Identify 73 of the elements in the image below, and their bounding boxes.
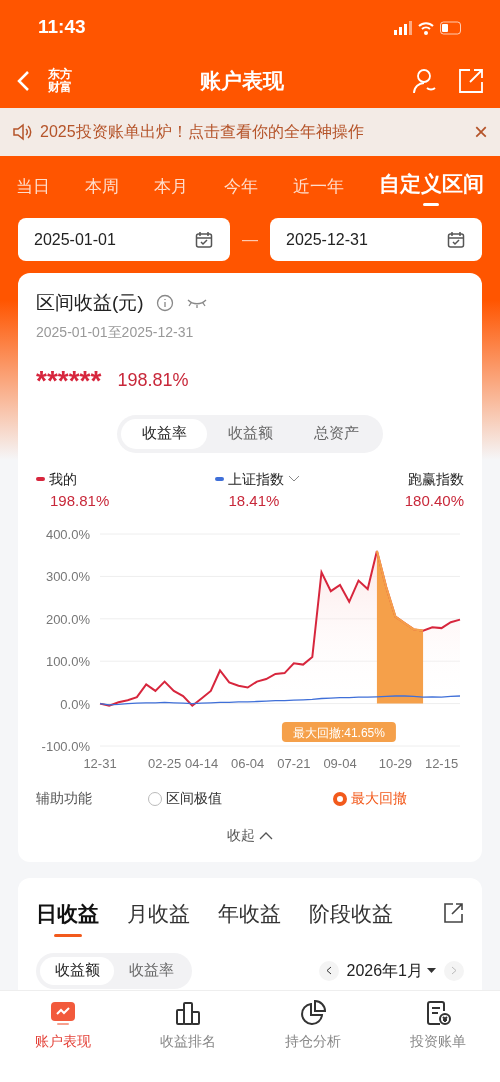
toggle-option[interactable]: 收益额 xyxy=(40,956,114,985)
legend-value: 198.81% xyxy=(50,490,110,511)
x-axis-label: 07-21 xyxy=(277,756,311,771)
legend-label: 上证指数 xyxy=(227,469,284,489)
radio-option[interactable]: 区间极值 xyxy=(148,788,333,809)
calendar-icon[interactable] xyxy=(194,229,214,250)
x-axis-label: 06-04 xyxy=(231,756,265,771)
caret-icon xyxy=(427,967,436,974)
nav-item[interactable]: 投资账单 xyxy=(375,991,500,1082)
y-axis-label: 100.0% xyxy=(45,654,90,670)
page-title: 账户表现 xyxy=(200,68,284,95)
x-axis-label: 12-15 xyxy=(424,756,459,771)
start-date-field[interactable]: 2025-01-01 xyxy=(18,218,230,261)
chevron-left-icon xyxy=(325,966,332,975)
battery-icon xyxy=(440,20,462,35)
y-axis-label: 0.0% xyxy=(60,696,90,712)
legend-value: 18.41% xyxy=(228,490,281,511)
x-axis-label: 02-25 xyxy=(148,756,182,771)
status-time: 11:43 xyxy=(38,15,86,40)
metric-tab[interactable]: 总资产 xyxy=(293,418,379,449)
x-axis-label: 12-31 xyxy=(83,756,117,771)
returns-tab[interactable]: 日收益 xyxy=(36,898,99,937)
announcement-banner[interactable]: 2025投资账单出炉！点击查看你的全年神操作 × xyxy=(0,108,500,156)
return-rate: 198.81% xyxy=(117,369,189,392)
nav-item[interactable]: 收益排名 xyxy=(125,991,250,1082)
chevron-up-icon xyxy=(259,831,273,840)
signal-icon xyxy=(394,20,412,35)
y-axis-label: -100.0% xyxy=(41,739,90,754)
speaker-icon xyxy=(12,123,32,141)
end-date-field[interactable]: 2025-12-31 xyxy=(270,218,482,261)
returns-tab[interactable]: 月收益 xyxy=(127,898,190,937)
export-icon[interactable] xyxy=(442,902,464,924)
close-button[interactable]: × xyxy=(474,120,488,144)
y-axis-label: 200.0% xyxy=(45,611,90,627)
calendar-icon[interactable] xyxy=(446,229,466,250)
returns-tab[interactable]: 阶段收益 xyxy=(309,898,393,937)
series-label: 最大回撤:41.65% xyxy=(292,726,386,740)
assist-label: 辅助功能 xyxy=(36,789,93,808)
wifi-icon xyxy=(418,20,434,35)
share-icon[interactable] xyxy=(458,68,484,94)
metric-tab[interactable]: 收益额 xyxy=(207,418,293,449)
y-axis-label: 300.0% xyxy=(45,569,90,585)
card-title: 区间收益(元) xyxy=(36,291,144,315)
returns-tab[interactable]: 年收益 xyxy=(218,898,281,937)
user-icon[interactable] xyxy=(412,68,438,94)
previous-month-button[interactable] xyxy=(318,960,339,981)
chevron-down-icon[interactable] xyxy=(287,475,300,483)
drawdown-label: 最大回撤:41.65% xyxy=(281,722,396,742)
x-axis-label: 09-04 xyxy=(323,756,357,771)
month-picker[interactable]: 2026年1月 xyxy=(346,958,436,983)
x-axis-label: 04-14 xyxy=(184,756,219,771)
chevron-right-icon xyxy=(451,966,457,975)
period-text: 2025-01-01至2025-12-31 xyxy=(35,322,195,342)
nav-item[interactable]: 账户表现 xyxy=(0,991,125,1082)
info-icon[interactable] xyxy=(155,294,174,313)
y-axis-label: 400.0% xyxy=(45,527,90,542)
period-tab[interactable]: 自定义区间 xyxy=(378,167,484,206)
banner-text: 2025投资账单出炉！点击查看你的全年神操作 xyxy=(40,122,365,142)
legend-label: 跑赢指数 xyxy=(408,469,464,489)
legend-value: 180.40% xyxy=(404,490,464,511)
pie-chart-icon xyxy=(298,999,327,1027)
nav-item[interactable]: 持仓分析 xyxy=(250,991,375,1082)
legend-label: 我的 xyxy=(49,469,77,489)
x-axis-label: 10-29 xyxy=(378,756,412,771)
masked-amount: ****** xyxy=(36,366,102,395)
radio-option[interactable]: 最大回撤 xyxy=(333,788,407,809)
toggle-option[interactable]: 收益率 xyxy=(114,956,188,985)
range-separator: — xyxy=(242,229,258,250)
collapse-button[interactable]: 收起 xyxy=(227,825,273,846)
app-logo: 东方 财富 xyxy=(48,68,72,94)
bar-chart-icon xyxy=(173,999,202,1027)
trend-chart-icon xyxy=(48,999,77,1027)
metric-tab[interactable]: 收益率 xyxy=(121,418,207,449)
